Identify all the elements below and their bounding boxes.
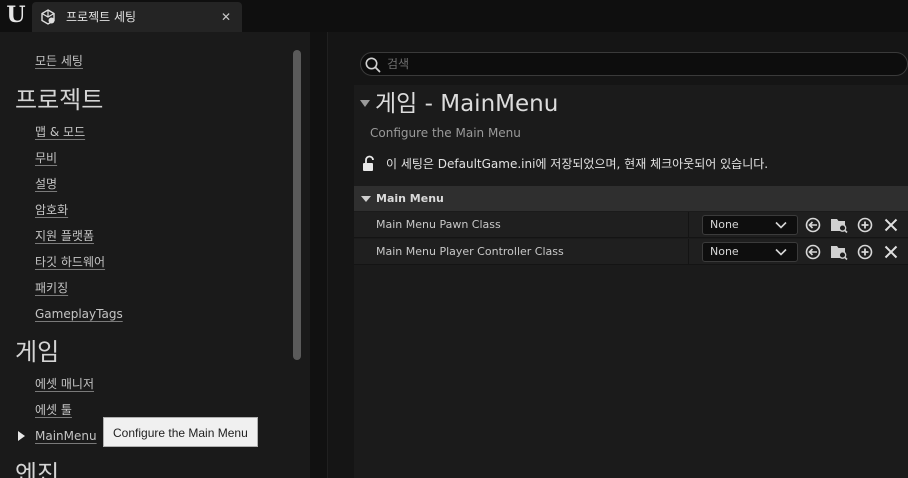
browse-back-icon[interactable] [804, 216, 822, 234]
sidebar-item-target-hardware[interactable]: 타깃 하드웨어 [35, 254, 105, 270]
dropdown-value: None [710, 245, 739, 258]
sidebar-item-maps-modes[interactable]: 맵 & 모드 [35, 124, 85, 140]
property-label: Main Menu Pawn Class [376, 218, 501, 231]
close-icon[interactable]: ✕ [218, 8, 234, 26]
unreal-logo-icon[interactable]: U [2, 2, 30, 28]
save-notice: 이 세팅은 DefaultGame.ini에 저장되었으며, 현재 체크아웃되어… [386, 157, 769, 171]
chevron-down-icon [775, 248, 787, 256]
clear-icon[interactable] [882, 216, 900, 234]
class-picker-dropdown[interactable]: None [702, 242, 798, 262]
search-box[interactable] [360, 52, 908, 76]
dropdown-value: None [710, 218, 739, 231]
sidebar-item-asset-manager[interactable]: 에셋 매니저 [35, 376, 94, 392]
chevron-down-icon [775, 221, 787, 229]
settings-sidebar: 모든 세팅 프로젝트 맵 & 모드 무비 설명 암호화 지원 플랫폼 타깃 하드… [0, 32, 310, 478]
property-row: Main Menu Pawn Class None [354, 212, 908, 238]
panel-splitter[interactable] [310, 32, 328, 478]
browse-back-icon[interactable] [804, 243, 822, 261]
sidebar-item-description[interactable]: 설명 [35, 176, 57, 192]
collapse-arrow-icon[interactable] [360, 100, 370, 107]
browse-folder-icon[interactable] [830, 243, 848, 261]
title-bar: U 프로젝트 세팅 ✕ [0, 0, 908, 32]
add-icon[interactable] [856, 243, 874, 261]
property-row: Main Menu Player Controller Class None [354, 239, 908, 265]
class-picker-dropdown[interactable]: None [702, 215, 798, 235]
sidebar-item-all-settings[interactable]: 모든 세팅 [35, 53, 83, 69]
page-title: 게임 - MainMenu [375, 91, 559, 117]
settings-cube-icon [41, 9, 55, 25]
sidebar-item-movies[interactable]: 무비 [35, 150, 57, 166]
search-input[interactable] [387, 55, 887, 73]
settings-content [354, 85, 908, 478]
sidebar-item-encryption[interactable]: 암호화 [35, 202, 68, 218]
category-title: Main Menu [376, 192, 444, 205]
add-icon[interactable] [856, 216, 874, 234]
tooltip: Configure the Main Menu [103, 417, 258, 447]
sidebar-scrollbar[interactable] [293, 50, 301, 360]
sidebar-category-engine: 엔진 [15, 460, 60, 478]
unlock-icon [363, 155, 374, 171]
chevron-down-icon[interactable] [361, 196, 371, 202]
sidebar-category-game: 게임 [15, 338, 60, 366]
browse-folder-icon[interactable] [830, 216, 848, 234]
divider [688, 212, 689, 238]
sidebar-item-main-menu[interactable]: MainMenu [35, 428, 97, 444]
clear-icon[interactable] [882, 243, 900, 261]
property-label: Main Menu Player Controller Class [376, 245, 564, 258]
page-description: Configure the Main Menu [370, 126, 521, 140]
tab-project-settings[interactable]: 프로젝트 세팅 ✕ [32, 2, 242, 32]
sidebar-item-packaging[interactable]: 패키징 [35, 280, 68, 296]
sidebar-item-gameplay-tags[interactable]: GameplayTags [35, 306, 123, 322]
sidebar-item-supported-platforms[interactable]: 지원 플랫폼 [35, 228, 94, 244]
search-icon [365, 57, 381, 73]
tab-title: 프로젝트 세팅 [66, 10, 137, 24]
sidebar-item-asset-tools[interactable]: 에셋 툴 [35, 402, 72, 418]
selected-arrow-icon [18, 431, 25, 441]
sidebar-category-project: 프로젝트 [15, 86, 104, 114]
divider [688, 239, 689, 265]
